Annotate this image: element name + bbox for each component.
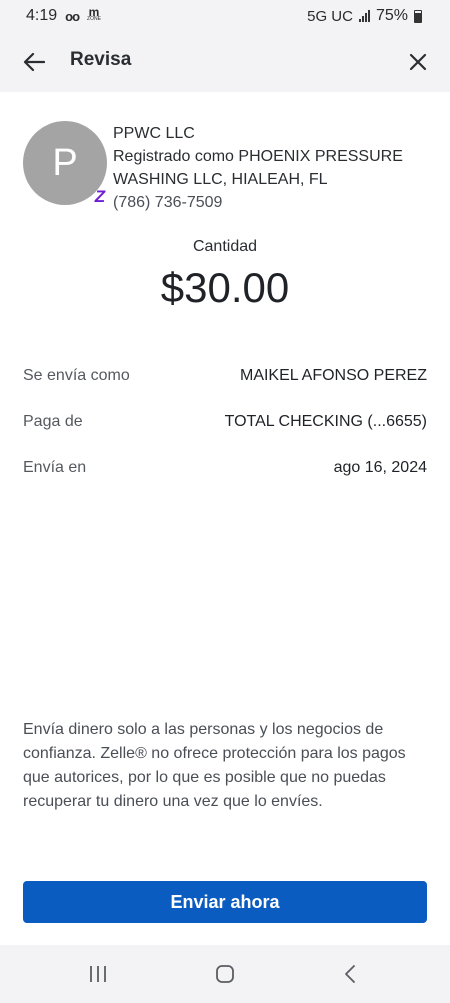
recipient-registration-line2: WASHING LLC, HIALEAH, FL <box>113 171 328 188</box>
disclaimer-text: Envía dinero solo a las personas y los n… <box>23 721 406 810</box>
system-nav-bar <box>0 945 450 1003</box>
detail-row-sender: Se envía como MAIKEL AFONSO PEREZ <box>23 364 427 388</box>
recipient-name: PPWC LLC <box>113 125 195 142</box>
amount-label: Cantidad <box>192 238 258 255</box>
home-icon <box>216 965 234 983</box>
recent-apps-button[interactable] <box>78 959 118 989</box>
close-icon <box>409 53 427 71</box>
system-back-button[interactable] <box>330 959 370 989</box>
status-right: 5G UC 75% <box>307 7 422 25</box>
network-label: 5G UC <box>307 7 353 25</box>
back-button[interactable] <box>18 46 50 78</box>
back-icon <box>345 965 355 983</box>
amount-value: $30.00 <box>160 264 290 311</box>
status-left: 4:19 oo m ZONE <box>26 5 101 25</box>
detail-row-account: Paga de TOTAL CHECKING (...6655) <box>23 410 427 434</box>
status-time: 4:19 <box>26 7 58 24</box>
battery-percent: 75% <box>375 7 408 24</box>
detail-label: Envía en <box>23 459 87 476</box>
home-button[interactable] <box>205 959 245 989</box>
status-bar: 4:19 oo m ZONE 5G UC 75% <box>0 0 450 32</box>
page-title: Revisa <box>70 49 132 70</box>
detail-value: ago 16, 2024 <box>333 459 427 476</box>
detail-label: Paga de <box>23 413 83 430</box>
signal-icon <box>358 10 370 22</box>
detail-label: Se envía como <box>23 367 130 384</box>
detail-value: MAIKEL AFONSO PEREZ <box>239 367 427 384</box>
battery-icon <box>414 9 422 23</box>
header: Revisa <box>0 32 450 92</box>
close-button[interactable] <box>402 46 434 78</box>
recipient-phone: (786) 736-7509 <box>113 194 223 211</box>
arrow-left-icon <box>23 52 45 72</box>
detail-value: TOTAL CHECKING (...6655) <box>224 413 427 430</box>
zelle-icon: Z <box>94 187 106 206</box>
send-now-button[interactable]: Enviar ahora <box>23 881 427 923</box>
mzone-icon: m ZONE <box>87 5 101 22</box>
recipient-registration-line1: Registrado como PHOENIX PRESSURE <box>113 148 403 165</box>
detail-row-date: Envía en ago 16, 2024 <box>23 456 427 480</box>
recipient-info: PPWC LLC Registrado como PHOENIX PRESSUR… <box>113 122 433 214</box>
voicemail-icon: oo <box>65 8 80 24</box>
recent-apps-icon <box>90 966 106 982</box>
